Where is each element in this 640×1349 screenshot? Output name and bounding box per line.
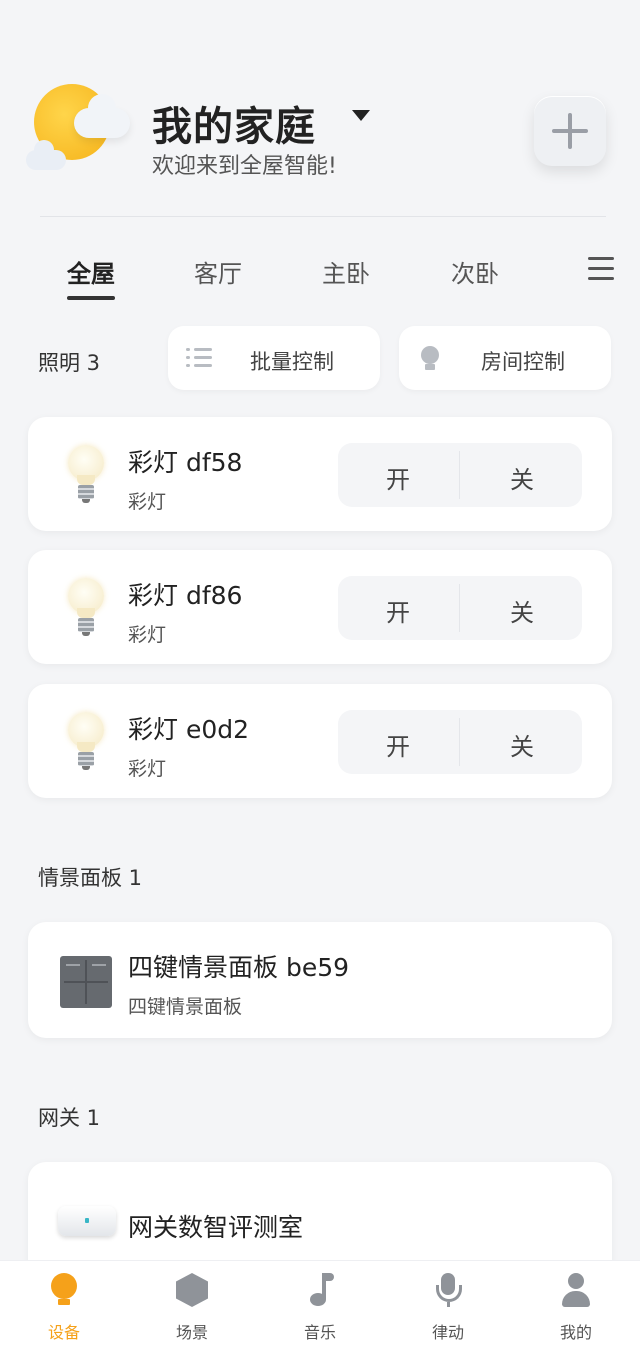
welcome-subtitle: 欢迎来到全屋智能! bbox=[152, 154, 337, 179]
nav-devices[interactable]: 设备 bbox=[0, 1261, 128, 1349]
nav-label: 设备 bbox=[47, 1323, 80, 1342]
nav-mine[interactable]: 我的 bbox=[512, 1261, 640, 1349]
device-name: 网关数智评测室 bbox=[128, 1213, 304, 1242]
device-type: 彩灯 bbox=[128, 624, 167, 646]
turn-on-button[interactable]: 开 bbox=[386, 460, 410, 495]
device-card-light[interactable]: 彩灯 df86 彩灯 开 关 bbox=[28, 550, 612, 664]
nav-rhythm[interactable]: 律动 bbox=[384, 1261, 512, 1349]
turn-off-button[interactable]: 关 bbox=[510, 460, 534, 495]
nav-label: 音乐 bbox=[303, 1323, 336, 1342]
device-name: 四键情景面板 be59 bbox=[128, 953, 350, 982]
tab-living-room[interactable]: 客厅 bbox=[194, 254, 242, 289]
nav-label: 律动 bbox=[431, 1323, 464, 1342]
bottom-nav: 设备 场景 音乐 律动 我的 bbox=[0, 1260, 640, 1349]
lightbulb-icon bbox=[66, 712, 106, 772]
turn-on-button[interactable]: 开 bbox=[386, 727, 410, 762]
user-icon bbox=[560, 1273, 592, 1307]
active-tab-indicator bbox=[67, 296, 115, 300]
device-name: 彩灯 df58 bbox=[128, 448, 243, 477]
weather-icon bbox=[26, 80, 136, 180]
tab-second-bedroom[interactable]: 次卧 bbox=[451, 254, 499, 289]
device-name: 彩灯 df86 bbox=[128, 581, 243, 610]
batch-control-label: 批量控制 bbox=[250, 350, 334, 374]
lighting-section-label: 照明 3 bbox=[38, 351, 101, 375]
bulb-icon bbox=[48, 1273, 80, 1307]
room-control-label: 房间控制 bbox=[481, 350, 565, 374]
nav-label: 场景 bbox=[175, 1323, 208, 1342]
lightbulb-icon bbox=[66, 445, 106, 505]
header: 我的家庭 欢迎来到全屋智能! bbox=[0, 0, 640, 220]
device-type: 四键情景面板 bbox=[128, 996, 243, 1018]
power-toggle: 开 关 bbox=[338, 443, 582, 507]
header-divider bbox=[40, 216, 606, 217]
device-type: 彩灯 bbox=[128, 758, 167, 780]
list-icon bbox=[186, 346, 212, 370]
power-toggle: 开 关 bbox=[338, 576, 582, 640]
device-type: 彩灯 bbox=[128, 491, 167, 513]
nav-music[interactable]: 音乐 bbox=[256, 1261, 384, 1349]
add-button[interactable] bbox=[534, 96, 606, 166]
menu-icon[interactable] bbox=[588, 255, 614, 281]
turn-on-button[interactable]: 开 bbox=[386, 593, 410, 628]
nav-scenes[interactable]: 场景 bbox=[128, 1261, 256, 1349]
tab-master-bedroom[interactable]: 主卧 bbox=[322, 254, 370, 289]
nav-label: 我的 bbox=[559, 1323, 592, 1342]
device-name: 彩灯 e0d2 bbox=[128, 715, 250, 744]
turn-off-button[interactable]: 关 bbox=[510, 593, 534, 628]
device-card-scene-panel[interactable]: 四键情景面板 be59 四键情景面板 bbox=[28, 922, 612, 1038]
lightbulb-icon bbox=[417, 346, 443, 370]
batch-control-button[interactable]: 批量控制 bbox=[168, 326, 380, 390]
tab-whole-house[interactable]: 全屋 bbox=[67, 254, 115, 289]
gateway-section-label: 网关 1 bbox=[38, 1106, 101, 1130]
device-card-light[interactable]: 彩灯 e0d2 彩灯 开 关 bbox=[28, 684, 612, 798]
room-control-button[interactable]: 房间控制 bbox=[399, 326, 611, 390]
home-dropdown-icon[interactable] bbox=[352, 110, 370, 121]
scene-panel-icon bbox=[60, 956, 112, 1008]
cube-icon bbox=[176, 1273, 208, 1307]
music-note-icon bbox=[304, 1273, 336, 1307]
microphone-icon bbox=[432, 1273, 464, 1307]
home-title[interactable]: 我的家庭 bbox=[152, 94, 316, 152]
scene-panel-section-label: 情景面板 1 bbox=[38, 866, 143, 890]
power-toggle: 开 关 bbox=[338, 710, 582, 774]
lightbulb-icon bbox=[66, 578, 106, 638]
device-card-light[interactable]: 彩灯 df58 彩灯 开 关 bbox=[28, 417, 612, 531]
turn-off-button[interactable]: 关 bbox=[510, 727, 534, 762]
room-tabs: 全屋 客厅 主卧 次卧 bbox=[0, 240, 640, 310]
gateway-icon bbox=[58, 1206, 116, 1236]
